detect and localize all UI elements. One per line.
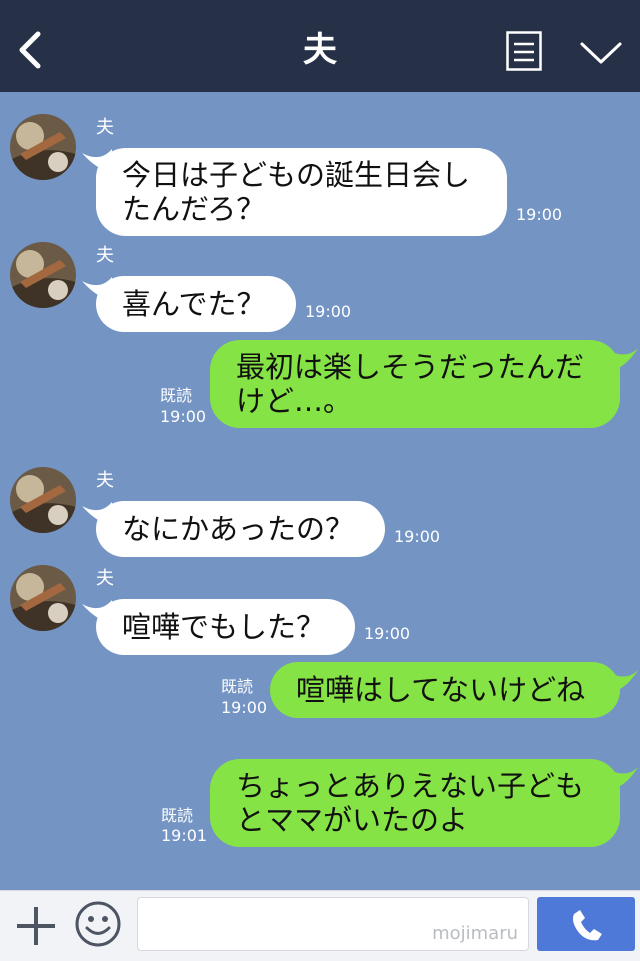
chevron-down-icon[interactable] <box>579 40 623 66</box>
message-bubble[interactable]: ちょっとありえない子ども とママがいたのよ <box>210 759 620 847</box>
message-bubble[interactable]: なにかあったの？ <box>96 501 385 557</box>
message-time: 19:00 <box>221 698 268 717</box>
message-time: 19:00 <box>364 624 411 643</box>
sender-name: 夫 <box>96 568 114 589</box>
bubble-tail <box>608 670 638 694</box>
plus-icon[interactable] <box>14 904 58 948</box>
message-bubble[interactable]: 最初は楽しそうだったんだ けど…。 <box>210 340 620 428</box>
avatar[interactable] <box>10 114 76 180</box>
notes-icon[interactable] <box>506 31 542 71</box>
watermark-text: mojimaru <box>432 923 518 944</box>
chat-header: 夫 <box>0 0 640 92</box>
phone-icon <box>573 910 602 941</box>
bubble-tail <box>608 348 638 372</box>
avatar-photo-icon <box>10 565 76 631</box>
bubble-tail <box>608 767 638 791</box>
message-time: 19:00 <box>305 302 352 321</box>
read-receipt: 既読 <box>160 386 193 405</box>
avatar-photo-icon <box>10 242 76 308</box>
message-bubble[interactable]: 今日は子どもの誕生日会し たんだろ？ <box>96 148 507 236</box>
sender-name: 夫 <box>96 470 114 491</box>
sender-name: 夫 <box>96 245 114 266</box>
read-receipt: 既読 <box>221 677 254 696</box>
avatar[interactable] <box>10 242 76 308</box>
call-button[interactable] <box>537 897 635 951</box>
message-time: 19:00 <box>160 407 207 426</box>
message-time: 19:00 <box>394 527 441 546</box>
message-time: 19:00 <box>516 205 563 224</box>
message-bubble[interactable]: 喧嘩はしてないけどね <box>270 662 620 718</box>
sender-name: 夫 <box>96 117 114 138</box>
avatar-photo-icon <box>10 114 76 180</box>
message-time: 19:01 <box>161 826 208 845</box>
message-input[interactable]: mojimaru <box>137 897 529 951</box>
smiley-icon[interactable] <box>74 900 122 948</box>
avatar[interactable] <box>10 467 76 533</box>
message-bubble[interactable]: 喧嘩でもした？ <box>96 599 355 655</box>
chat-title: 夫 <box>303 30 337 70</box>
avatar[interactable] <box>10 565 76 631</box>
avatar-photo-icon <box>10 467 76 533</box>
message-bubble[interactable]: 喜んでた？ <box>96 276 296 332</box>
read-receipt: 既読 <box>161 806 194 825</box>
